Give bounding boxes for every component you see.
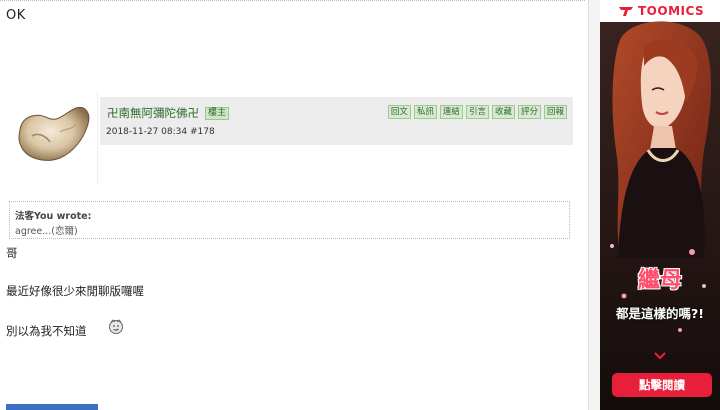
private-message-button[interactable]: 私訊 xyxy=(413,105,437,119)
scrollbar-gutter[interactable] xyxy=(588,0,600,410)
toomics-logo-icon xyxy=(619,7,633,16)
read-now-button[interactable]: 點擊閱讀 xyxy=(612,373,712,397)
avatar[interactable] xyxy=(14,102,92,164)
divider xyxy=(0,0,585,1)
post-line: 哥 xyxy=(6,246,18,260)
avatar-column xyxy=(0,92,98,184)
quote-author: 法客You wrote: xyxy=(15,211,92,222)
post-actions: 回文 私訊 連結 引言 收藏 評分 回報 xyxy=(387,105,567,119)
ad-subtitle: 都是這樣的嗎?! xyxy=(616,306,704,321)
username-link[interactable]: 卍南無阿彌陀佛卍 xyxy=(107,105,199,121)
ad-banner[interactable]: TOOMICS 繼母 都是這樣的嗎?! 點擊閱讀 xyxy=(600,0,720,410)
reply-button[interactable]: 回文 xyxy=(387,105,411,119)
bookmark-button[interactable]: 收藏 xyxy=(491,105,515,119)
smug-face-icon xyxy=(109,319,123,334)
role-badge: 樓主 xyxy=(205,107,230,120)
forum-content: OK 卍南無阿彌陀佛卍 樓主 2018-11-27 08:34 #178 回文 … xyxy=(0,0,588,410)
post-header: 卍南無阿彌陀佛卍 樓主 2018-11-27 08:34 #178 回文 私訊 … xyxy=(100,97,573,145)
quote-text: agree...(恋爾) xyxy=(15,226,78,237)
post-line: 別以為我不知道 xyxy=(6,324,87,338)
ad-brand-text: TOOMICS xyxy=(638,4,705,18)
ad-illustration xyxy=(600,0,720,410)
forum-page: OK 卍南無阿彌陀佛卍 樓主 2018-11-27 08:34 #178 回文 … xyxy=(0,0,720,410)
ad-brand: TOOMICS xyxy=(618,3,704,19)
report-button[interactable]: 回報 xyxy=(543,105,567,119)
chevron-down-icon xyxy=(654,352,666,360)
previous-post-text: OK xyxy=(6,8,26,23)
post-date: 2018-11-27 08:34 #178 xyxy=(106,127,215,137)
next-post-avatar[interactable] xyxy=(6,404,98,410)
post-line: 最近好像很少來閒聊版囉喔 xyxy=(6,284,144,298)
rate-button[interactable]: 評分 xyxy=(517,105,541,119)
quote-box: 法客You wrote: agree...(恋爾) xyxy=(9,201,570,239)
ad-title: 繼母 xyxy=(637,267,682,293)
quote-button[interactable]: 引言 xyxy=(465,105,489,119)
link-button[interactable]: 連結 xyxy=(439,105,463,119)
